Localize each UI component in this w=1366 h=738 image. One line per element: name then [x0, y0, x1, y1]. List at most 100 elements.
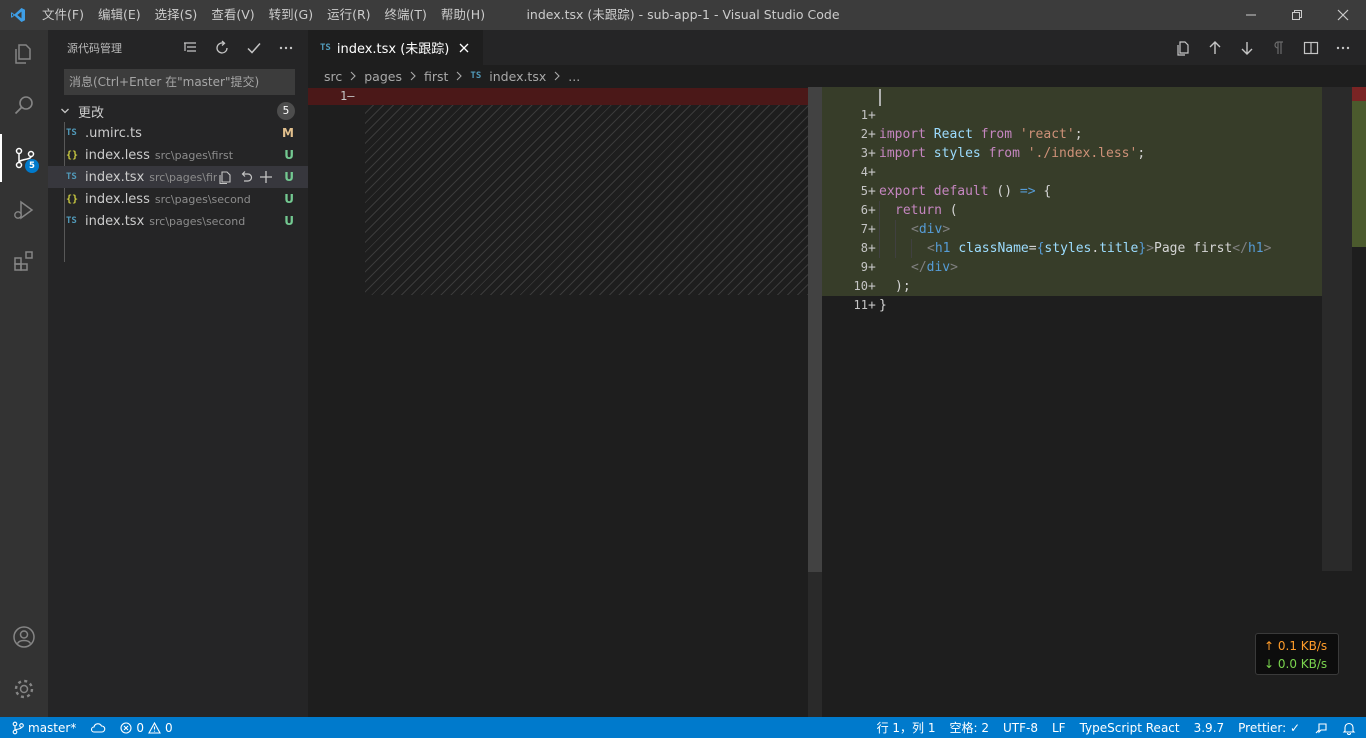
file-path: src\pages\first — [154, 148, 234, 162]
gear-icon — [14, 679, 34, 699]
extensions-button[interactable] — [0, 237, 48, 285]
extensions-icon — [14, 251, 33, 271]
changes-label: 更改 — [78, 105, 105, 121]
file-status-badge: U — [284, 148, 294, 162]
list-item[interactable]: {} index.less src\pages\first U — [48, 144, 308, 166]
menu-file[interactable]: 文件(F) — [35, 0, 91, 30]
changes-group-header[interactable]: 更改 5 — [48, 100, 308, 122]
language-mode[interactable]: TypeScript React — [1073, 717, 1187, 738]
refresh-button[interactable] — [210, 36, 234, 60]
accounts-button[interactable] — [0, 613, 48, 661]
breadcrumb: src pages first TS index.tsx ... — [308, 65, 1366, 87]
eol-status[interactable]: LF — [1045, 717, 1073, 738]
file-name: index.tsx — [85, 169, 145, 185]
file-path: src\pages\second — [154, 192, 251, 206]
sidebar-title: 源代码管理 — [67, 41, 122, 55]
run-debug-button[interactable] — [0, 186, 48, 234]
line-number: 1— — [340, 89, 355, 103]
diff-original-pane[interactable]: 1— — [308, 87, 808, 717]
search-button[interactable] — [0, 81, 48, 129]
file-path: src\pages\first — [149, 170, 228, 184]
more-editor-actions-button[interactable] — [1332, 37, 1354, 59]
commit-message-input[interactable] — [69, 70, 290, 94]
code-line: 3 + — [860, 146, 876, 161]
more-actions-button[interactable] — [274, 36, 298, 60]
pilcrow-icon — [1274, 40, 1283, 54]
menu-terminal[interactable]: 终端(T) — [378, 0, 434, 30]
tab-close-button[interactable] — [455, 39, 473, 57]
chevron-right-icon — [550, 71, 564, 81]
error-count: 0 — [136, 720, 144, 735]
file-name: index.tsx — [85, 213, 145, 229]
file-name: index.less — [85, 191, 150, 207]
open-file-action[interactable] — [1172, 37, 1194, 59]
editor-area: TS index.tsx (未跟踪) src pages first TS in… — [308, 30, 1366, 717]
code-line: 7 + <h1 className={styles.title}>Page fir… — [860, 222, 1272, 256]
next-change-button[interactable] — [1236, 37, 1258, 59]
breadcrumb-item[interactable]: index.tsx — [489, 69, 546, 84]
code-line: 5 + return ( — [860, 184, 958, 218]
problems-status[interactable]: 0 0 — [113, 717, 179, 738]
menu-view[interactable]: 查看(V) — [204, 0, 261, 30]
explorer-button[interactable] — [0, 30, 48, 78]
diff-modified-pane[interactable]: 1 + import React from 'react'; 2 + import … — [822, 87, 1366, 717]
breadcrumb-item[interactable]: pages — [364, 69, 402, 84]
cursor-position[interactable]: 行 1，列 1 — [870, 717, 943, 738]
list-item-selected[interactable]: TS index.tsx src\pages\first U — [48, 166, 308, 188]
notifications-button[interactable] — [1335, 717, 1366, 738]
commit-button[interactable] — [242, 36, 266, 60]
menu-go[interactable]: 转到(G) — [262, 0, 320, 30]
upload-speed: ↑ 0.1 KB/s — [1264, 639, 1328, 653]
sidebar-actions — [178, 30, 298, 65]
source-control-button[interactable]: 5 — [0, 134, 48, 182]
sync-button[interactable] — [83, 717, 113, 738]
right-pane-scrollbar[interactable] — [1322, 87, 1366, 717]
menu-run[interactable]: 运行(R) — [320, 0, 377, 30]
bell-icon — [1342, 722, 1356, 735]
stage-changes-button[interactable] — [257, 168, 274, 186]
left-pane-scrollbar[interactable] — [808, 87, 822, 717]
breadcrumb-item[interactable]: first — [424, 69, 448, 84]
breadcrumb-item[interactable]: src — [324, 69, 342, 84]
discard-changes-button[interactable] — [237, 168, 254, 186]
file-path: src\pages\second — [149, 214, 246, 228]
go-to-file-icon — [218, 171, 231, 184]
menu-selection[interactable]: 选择(S) — [148, 0, 205, 30]
open-file-button[interactable] — [217, 168, 234, 186]
file-status-badge: U — [284, 192, 294, 206]
list-tree-icon — [184, 41, 196, 52]
split-editor-button[interactable] — [1300, 37, 1322, 59]
manage-button[interactable] — [0, 665, 48, 713]
breadcrumb-item[interactable]: ... — [568, 69, 580, 84]
view-as-tree-button[interactable] — [178, 36, 202, 60]
warning-icon — [148, 721, 161, 734]
list-item[interactable]: TS index.tsx src\pages\second U — [48, 210, 308, 232]
menu-edit[interactable]: 编辑(E) — [91, 0, 148, 30]
minimize-button[interactable] — [1228, 0, 1274, 30]
list-item[interactable]: {} index.less src\pages\second U — [48, 188, 308, 210]
typescript-file-icon: TS — [470, 71, 482, 81]
code-line: 6 + <div> — [860, 203, 951, 237]
chevron-right-icon — [452, 71, 466, 81]
menu-help[interactable]: 帮助(H) — [434, 0, 492, 30]
typescript-version[interactable]: 3.9.7 — [1187, 717, 1232, 738]
file-name: index.less — [85, 147, 150, 163]
prettier-status[interactable]: Prettier: ✓ — [1231, 717, 1307, 738]
scrollbar-thumb[interactable] — [1322, 87, 1352, 571]
branch-status[interactable]: master* — [0, 717, 83, 738]
tab-index-tsx[interactable]: TS index.tsx (未跟踪) — [308, 30, 484, 65]
previous-change-button[interactable] — [1204, 37, 1226, 59]
list-item[interactable]: TS .umirc.ts M — [48, 122, 308, 144]
close-window-button[interactable] — [1320, 0, 1366, 30]
scrollbar-thumb[interactable] — [808, 87, 822, 572]
indentation-status[interactable]: 空格: 2 — [943, 717, 997, 738]
vscode-logo-icon — [0, 0, 35, 30]
code-line: 8 + </div> — [860, 241, 958, 275]
code-line: 10 + } — [853, 279, 887, 313]
feedback-button[interactable] — [1307, 717, 1335, 738]
encoding-status[interactable]: UTF-8 — [996, 717, 1045, 738]
overview-deleted-marker — [1352, 87, 1366, 101]
restore-button[interactable] — [1274, 0, 1320, 30]
show-whitespace-button[interactable] — [1268, 37, 1290, 59]
download-speed: ↓ 0.0 KB/s — [1264, 657, 1328, 671]
